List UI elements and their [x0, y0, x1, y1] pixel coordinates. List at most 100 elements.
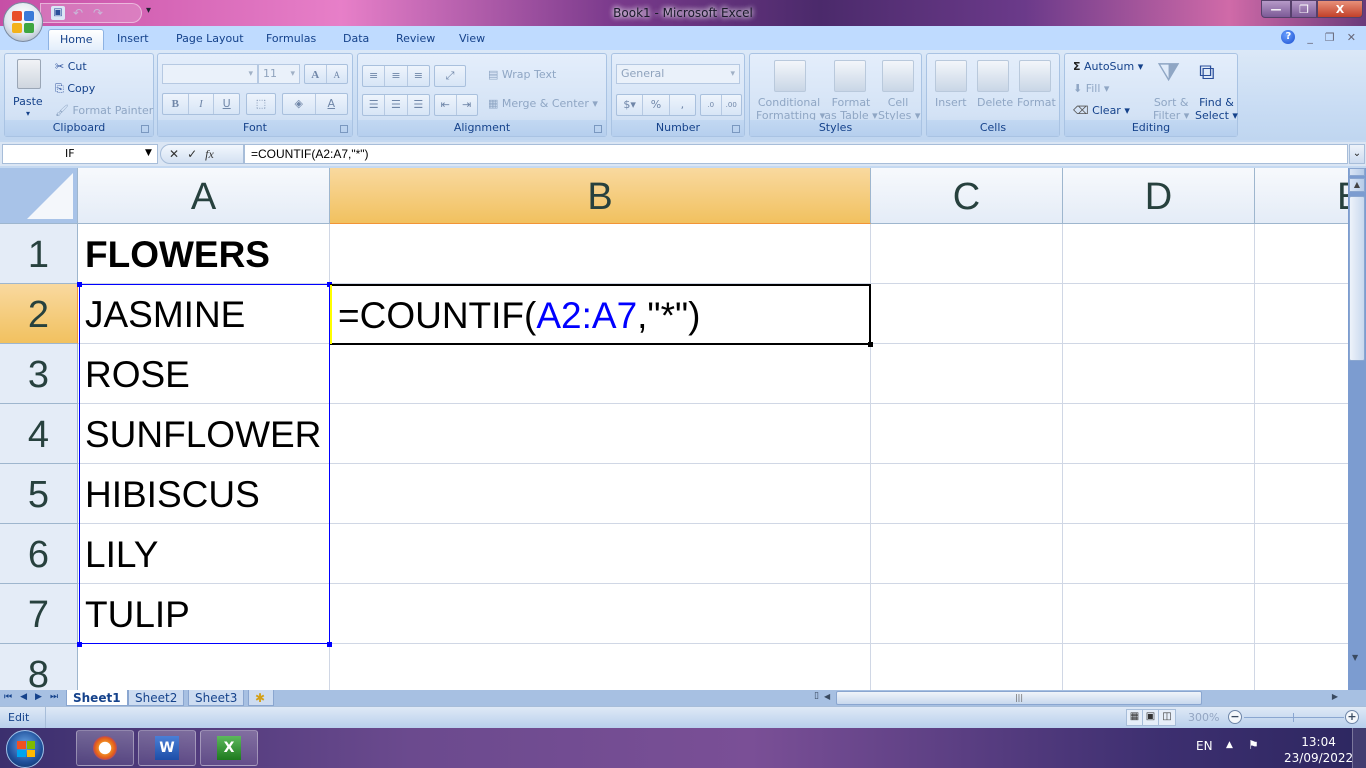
- grow-font-button[interactable]: A: [305, 65, 327, 83]
- cell-c1[interactable]: [871, 224, 1063, 284]
- percent-button[interactable]: %: [643, 95, 670, 115]
- taskbar-app-word[interactable]: W: [138, 730, 196, 766]
- row-header-6[interactable]: 6: [0, 524, 78, 584]
- cell-c4[interactable]: [871, 404, 1063, 464]
- last-sheet-icon[interactable]: ⏭: [50, 692, 58, 702]
- merge-center-button[interactable]: ▦ Merge & Center ▾: [488, 97, 598, 110]
- normal-view-button[interactable]: ▦: [1127, 710, 1143, 725]
- increase-indent-button[interactable]: ⇥: [457, 95, 478, 115]
- cell-c8[interactable]: [871, 644, 1063, 690]
- cell-e2[interactable]: [1255, 284, 1348, 344]
- prev-sheet-icon[interactable]: ◀: [20, 692, 27, 702]
- row-header-5[interactable]: 5: [0, 464, 78, 524]
- cell-b7[interactable]: [330, 584, 871, 644]
- cell-a7[interactable]: TULIP: [78, 584, 330, 644]
- cell-e7[interactable]: [1255, 584, 1348, 644]
- cell-a3[interactable]: ROSE: [78, 344, 330, 404]
- column-header-a[interactable]: A: [78, 168, 330, 224]
- formula-input[interactable]: =COUNTIF(A2:A7,"*"): [244, 144, 1348, 164]
- cell-d5[interactable]: [1063, 464, 1255, 524]
- select-all-button[interactable]: [0, 168, 78, 224]
- tab-home[interactable]: Home: [48, 29, 105, 50]
- first-sheet-icon[interactable]: ⏮: [4, 692, 12, 702]
- paste-button[interactable]: Paste ▾: [9, 57, 49, 119]
- number-launcher[interactable]: [732, 125, 740, 133]
- cell-a4[interactable]: SUNFLOWER: [78, 404, 330, 464]
- cell-c6[interactable]: [871, 524, 1063, 584]
- zoom-slider[interactable]: [1244, 717, 1344, 718]
- align-left-button[interactable]: ☰: [363, 95, 386, 115]
- font-name-combo[interactable]: [162, 64, 258, 84]
- cell-b6[interactable]: [330, 524, 871, 584]
- ribbon-restore-icon[interactable]: ❐: [1325, 31, 1335, 44]
- cell-e8[interactable]: [1255, 644, 1348, 690]
- cell-e1[interactable]: [1255, 224, 1348, 284]
- cell-b8[interactable]: [330, 644, 871, 690]
- language-indicator[interactable]: EN: [1196, 739, 1213, 753]
- show-hidden-icons[interactable]: ▲: [1226, 740, 1233, 750]
- cell-c3[interactable]: [871, 344, 1063, 404]
- accounting-format-button[interactable]: $▾: [617, 95, 644, 115]
- tab-formulas[interactable]: Formulas: [255, 29, 327, 50]
- autosum-button[interactable]: Σ AutoSum ▾: [1073, 60, 1143, 73]
- underline-button[interactable]: U: [214, 94, 239, 114]
- window-minimize-button[interactable]: —: [1261, 0, 1291, 18]
- horizontal-scrollbar[interactable]: ▯ ◀ ||| ▶: [810, 691, 1348, 705]
- decrease-indent-button[interactable]: ⇤: [435, 95, 457, 115]
- tab-view[interactable]: View: [448, 29, 496, 50]
- cell-b1[interactable]: [330, 224, 871, 284]
- taskbar-app-browser[interactable]: [76, 730, 134, 766]
- font-color-button[interactable]: A: [316, 94, 348, 114]
- zoom-in-button[interactable]: +: [1345, 710, 1359, 724]
- name-box-dropdown-icon[interactable]: ▼: [145, 148, 152, 158]
- help-icon[interactable]: ?: [1281, 30, 1296, 44]
- enter-formula-icon[interactable]: ✓: [187, 147, 197, 161]
- cell-b5[interactable]: [330, 464, 871, 524]
- borders-button[interactable]: ⬚: [247, 94, 275, 114]
- row-header-8[interactable]: 8: [0, 644, 78, 690]
- range-handle[interactable]: [327, 642, 332, 647]
- zoom-level[interactable]: 300%: [1188, 711, 1219, 724]
- cell-d8[interactable]: [1063, 644, 1255, 690]
- sheet-tab-sheet3[interactable]: Sheet3: [188, 690, 245, 706]
- clipboard-launcher[interactable]: [141, 125, 149, 133]
- column-header-d[interactable]: D: [1063, 168, 1255, 224]
- split-box-h[interactable]: ▯: [814, 691, 819, 701]
- active-cell-b2[interactable]: =COUNTIF(A2:A7,"*"): [330, 284, 871, 345]
- insert-function-icon[interactable]: fx: [205, 147, 214, 162]
- window-close-button[interactable]: X: [1317, 0, 1363, 18]
- page-break-view-button[interactable]: ◫: [1159, 710, 1175, 725]
- orientation-button[interactable]: ⤢: [435, 66, 465, 86]
- fill-button[interactable]: ⬇ Fill ▾: [1073, 82, 1109, 95]
- ribbon-minimize-icon[interactable]: _: [1307, 31, 1313, 44]
- cell-d7[interactable]: [1063, 584, 1255, 644]
- column-header-b[interactable]: B: [330, 168, 871, 224]
- cancel-formula-icon[interactable]: ✕: [169, 147, 179, 161]
- cell-c7[interactable]: [871, 584, 1063, 644]
- sheet-tab-sheet1[interactable]: Sheet1: [66, 690, 128, 706]
- cut-button[interactable]: ✂ Cut: [55, 60, 87, 73]
- cell-e5[interactable]: [1255, 464, 1348, 524]
- cell-a5[interactable]: HIBISCUS: [78, 464, 330, 524]
- bottom-align-button[interactable]: ≡: [408, 66, 429, 86]
- cell-b3[interactable]: [330, 344, 871, 404]
- sheet-tab-sheet2[interactable]: Sheet2: [128, 690, 185, 706]
- tab-data[interactable]: Data: [332, 29, 380, 50]
- wrap-text-button[interactable]: ▤ Wrap Text: [488, 68, 556, 81]
- insert-sheet-button[interactable]: ✱: [248, 690, 274, 706]
- increase-decimal-button[interactable]: .0: [701, 95, 722, 115]
- window-restore-button[interactable]: ❐: [1291, 0, 1317, 18]
- comma-button[interactable]: ,: [670, 95, 695, 115]
- tab-page-layout[interactable]: Page Layout: [165, 29, 255, 50]
- cell-e3[interactable]: [1255, 344, 1348, 404]
- cell-d2[interactable]: [1063, 284, 1255, 344]
- expand-formula-bar-icon[interactable]: ⌄: [1349, 144, 1365, 164]
- cell-e6[interactable]: [1255, 524, 1348, 584]
- row-header-2[interactable]: 2: [0, 284, 78, 344]
- cell-d1[interactable]: [1063, 224, 1255, 284]
- column-header-e[interactable]: E: [1255, 168, 1348, 224]
- range-handle[interactable]: [77, 282, 82, 287]
- cell-c2[interactable]: [871, 284, 1063, 344]
- split-box[interactable]: [1349, 168, 1365, 176]
- middle-align-button[interactable]: ≡: [385, 66, 408, 86]
